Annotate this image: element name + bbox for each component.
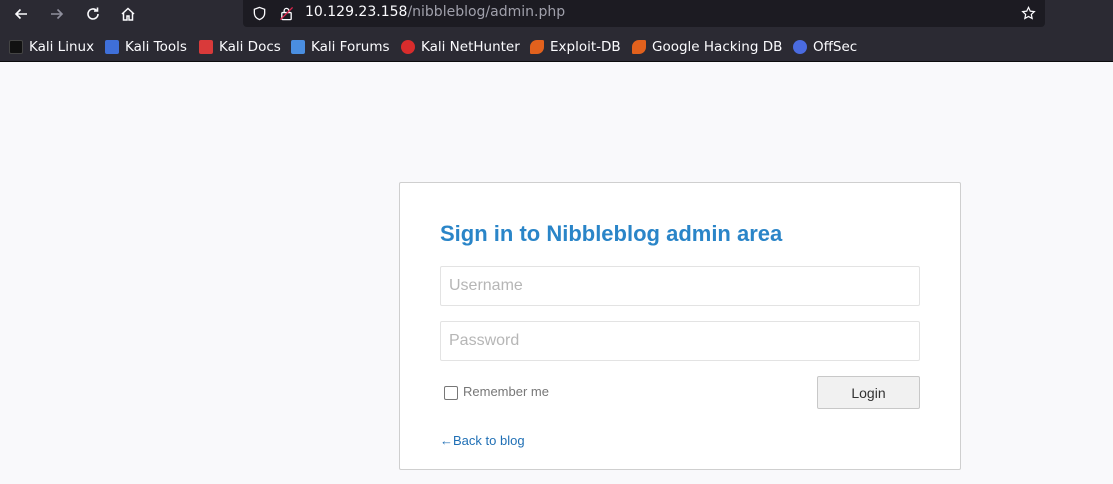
bookmark-label: Kali Docs (219, 39, 281, 55)
exploit-db-icon (530, 40, 544, 54)
bookmark-label: Exploit-DB (550, 39, 621, 55)
bookmarks-toolbar: Kali Linux Kali Tools Kali Docs Kali For… (0, 30, 1113, 62)
back-to-blog-link[interactable]: ←Back to blog (440, 433, 525, 448)
bookmark-label: Kali Forums (311, 39, 390, 55)
bookmark-label: Kali Tools (125, 39, 187, 55)
bookmark-kali-docs[interactable]: Kali Docs (199, 38, 281, 56)
bookmark-exploit-db[interactable]: Exploit-DB (530, 38, 621, 56)
bookmark-kali-linux[interactable]: Kali Linux (9, 38, 94, 56)
bookmark-label: Kali Linux (29, 39, 95, 55)
login-title: Sign in to Nibbleblog admin area (440, 221, 783, 246)
address-bar[interactable]: 10.129.23.158/nibbleblog/admin.php (243, 0, 1045, 27)
shield-icon[interactable] (250, 4, 268, 22)
forward-arrow-icon[interactable] (43, 2, 71, 26)
url-host: 10.129.23.158 (305, 4, 408, 20)
bookmark-label: Google Hacking DB (652, 39, 783, 55)
login-panel: Sign in to Nibbleblog admin area Remembe… (399, 182, 961, 470)
url-path: /nibbleblog/admin.php (407, 4, 566, 20)
nethunter-icon (401, 40, 415, 54)
login-button[interactable]: Login (817, 376, 920, 409)
browser-toolbar: 10.129.23.158/nibbleblog/admin.php (0, 0, 1113, 30)
bookmark-kali-tools[interactable]: Kali Tools (105, 38, 187, 56)
remember-me-label: Remember me (463, 384, 549, 399)
bookmark-kali-nethunter[interactable]: Kali NetHunter (401, 38, 520, 56)
offsec-icon (793, 40, 807, 54)
username-input[interactable] (440, 266, 920, 306)
url-text[interactable]: 10.129.23.158/nibbleblog/admin.php (305, 4, 565, 20)
ghdb-icon (632, 40, 646, 54)
kali-tools-icon (105, 40, 119, 54)
kali-docs-icon (199, 40, 213, 54)
back-arrow-icon[interactable] (7, 2, 35, 26)
bookmark-google-hacking-db[interactable]: Google Hacking DB (632, 38, 782, 56)
insecure-lock-icon[interactable] (277, 4, 295, 22)
kali-dragon-icon (9, 40, 23, 54)
remember-me[interactable]: Remember me (444, 383, 549, 400)
bookmark-label: OffSec (813, 39, 858, 55)
password-input[interactable] (440, 321, 920, 361)
reload-icon[interactable] (79, 2, 107, 26)
remember-me-checkbox[interactable] (444, 386, 458, 400)
bookmark-star-icon[interactable] (1019, 4, 1037, 22)
bookmark-offsec[interactable]: OffSec (793, 38, 857, 56)
kali-forums-icon (291, 40, 305, 54)
home-icon[interactable] (114, 2, 142, 26)
bookmark-label: Kali NetHunter (421, 39, 520, 55)
bookmark-kali-forums[interactable]: Kali Forums (291, 38, 390, 56)
